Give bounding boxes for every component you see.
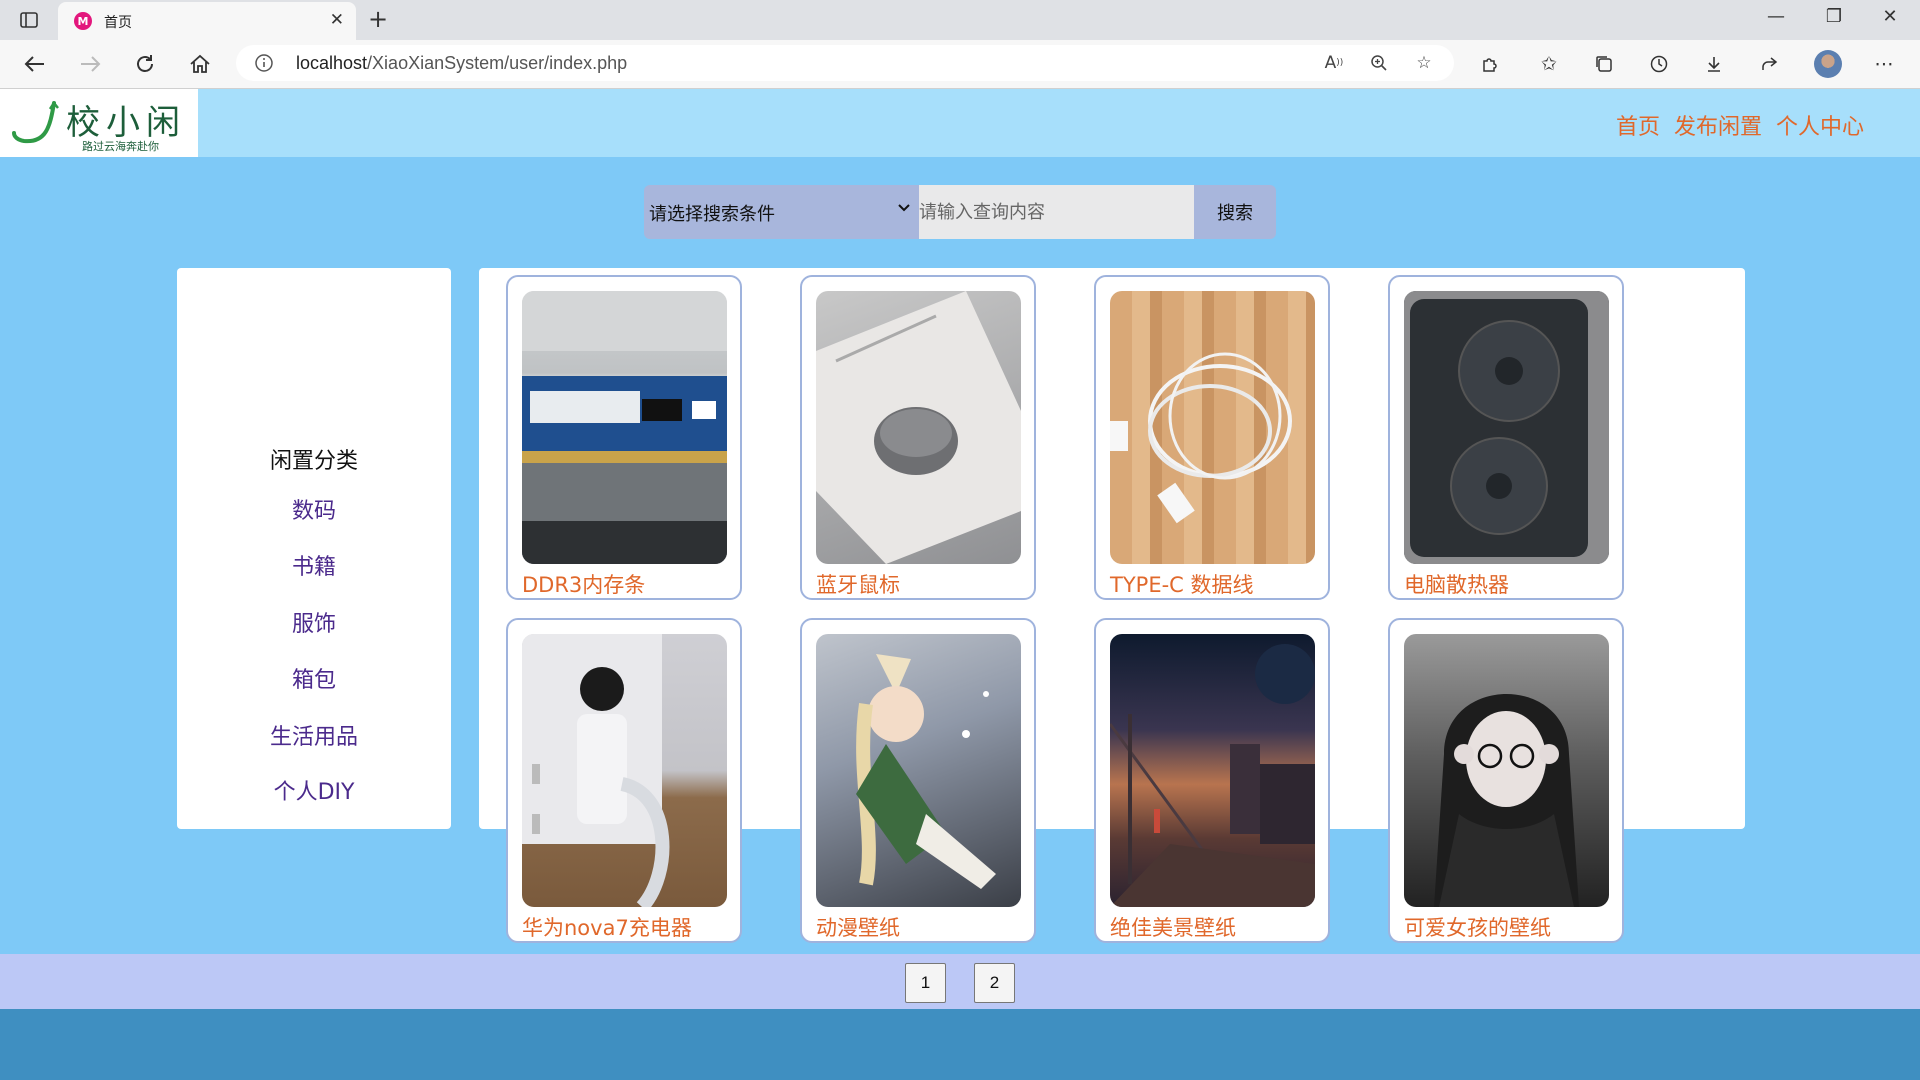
close-tab-icon[interactable]: ✕ bbox=[330, 10, 344, 30]
category-sidebar: 闲置分类 数码 书籍 服饰 箱包 生活用品 个人DIY bbox=[177, 268, 451, 829]
search-bar: 请选择搜索条件 搜索 bbox=[644, 185, 1276, 239]
page-button-1[interactable]: 1 bbox=[905, 963, 946, 1003]
category-daily-goods[interactable]: 生活用品 bbox=[177, 719, 451, 751]
url-text[interactable]: localhost/XiaoXianSystem/user/index.php bbox=[296, 53, 627, 74]
refresh-icon[interactable] bbox=[130, 50, 160, 78]
product-image-phone-charger[interactable] bbox=[522, 634, 727, 907]
search-input[interactable] bbox=[919, 185, 1194, 239]
browser-tab-bar: M 首页 ✕ + — ❐ ✕ bbox=[0, 0, 1920, 40]
site-logo[interactable]: 校小闲 路过云海奔赴你 bbox=[0, 89, 198, 157]
category-title: 闲置分类 bbox=[269, 449, 358, 474]
history-icon[interactable] bbox=[1645, 51, 1673, 77]
browser-tab[interactable]: M 首页 ✕ bbox=[58, 2, 356, 40]
more-menu-icon[interactable]: ⋯ bbox=[1870, 51, 1898, 77]
pagination: 1 2 bbox=[0, 954, 1920, 1009]
site-favicon-icon: M bbox=[74, 12, 92, 30]
product-name[interactable]: 电脑散热器 bbox=[1404, 569, 1509, 599]
product-name[interactable]: TYPE-C 数据线 bbox=[1110, 569, 1254, 599]
nav-home-link[interactable]: 首页 bbox=[1616, 109, 1660, 141]
site-info-icon[interactable] bbox=[254, 53, 274, 73]
product-card[interactable]: 绝佳美景壁纸 bbox=[1094, 618, 1330, 943]
read-aloud-icon[interactable]: A)) bbox=[1321, 51, 1347, 75]
product-image-ram-stick[interactable] bbox=[522, 291, 727, 564]
back-icon[interactable] bbox=[20, 50, 50, 78]
nav-publish-link[interactable]: 发布闲置 bbox=[1674, 109, 1762, 141]
product-image-usb-cable[interactable] bbox=[1110, 291, 1315, 564]
product-image-girl-wallpaper[interactable] bbox=[1404, 634, 1609, 907]
category-books[interactable]: 书籍 bbox=[177, 549, 451, 581]
search-button[interactable]: 搜索 bbox=[1194, 185, 1276, 239]
product-image-bluetooth-mouse[interactable] bbox=[816, 291, 1021, 564]
minimize-icon[interactable]: — bbox=[1756, 6, 1796, 27]
browser-toolbar: localhost/XiaoXianSystem/user/index.php … bbox=[0, 40, 1920, 89]
logo-slogan: 路过云海奔赴你 bbox=[82, 140, 159, 153]
nav-profile-link[interactable]: 个人中心 bbox=[1776, 109, 1864, 141]
web-page: 校小闲 路过云海奔赴你 首页 发布闲置 个人中心 请选择搜索条件 搜索 闲置分类… bbox=[0, 89, 1920, 1080]
top-nav: 首页 发布闲置 个人中心 bbox=[1616, 109, 1864, 141]
product-image-city-wallpaper[interactable] bbox=[1110, 634, 1315, 907]
site-header: 校小闲 路过云海奔赴你 首页 发布闲置 个人中心 bbox=[0, 89, 1920, 157]
forward-icon[interactable] bbox=[75, 50, 105, 78]
product-grid: DDR3内存条 蓝牙鼠标 TYPE-C 数据线 电脑散热器 华为nova7充电器… bbox=[479, 268, 1745, 943]
product-name[interactable]: 华为nova7充电器 bbox=[522, 912, 692, 942]
downloads-icon[interactable] bbox=[1700, 51, 1728, 77]
add-favorite-icon[interactable]: ☆ bbox=[1411, 51, 1437, 75]
extensions-icon[interactable] bbox=[1476, 51, 1504, 77]
url-path: /XiaoXianSystem/user/index.php bbox=[367, 53, 628, 73]
new-tab-icon[interactable]: + bbox=[368, 5, 388, 33]
product-name[interactable]: 绝佳美景壁纸 bbox=[1110, 912, 1236, 942]
zoom-icon[interactable] bbox=[1366, 51, 1392, 75]
logo-text: 校小闲 bbox=[66, 103, 186, 143]
product-name[interactable]: 蓝牙鼠标 bbox=[816, 569, 900, 599]
product-card[interactable]: TYPE-C 数据线 bbox=[1094, 275, 1330, 600]
url-host: localhost bbox=[296, 53, 368, 73]
product-image-laptop-cooler[interactable] bbox=[1404, 291, 1609, 564]
profile-avatar[interactable] bbox=[1814, 50, 1842, 78]
category-bags[interactable]: 箱包 bbox=[177, 662, 451, 694]
product-name[interactable]: 动漫壁纸 bbox=[816, 912, 900, 942]
site-footer bbox=[0, 1009, 1920, 1080]
page-button-2[interactable]: 2 bbox=[974, 963, 1015, 1003]
tab-title: 首页 bbox=[104, 15, 132, 31]
product-card[interactable]: 动漫壁纸 bbox=[800, 618, 1036, 943]
address-bar[interactable]: localhost/XiaoXianSystem/user/index.php … bbox=[236, 45, 1454, 81]
category-diy[interactable]: 个人DIY bbox=[177, 774, 451, 806]
product-name[interactable]: 可爱女孩的壁纸 bbox=[1404, 912, 1551, 942]
product-image-anime-wallpaper[interactable] bbox=[816, 634, 1021, 907]
product-name[interactable]: DDR3内存条 bbox=[522, 569, 645, 599]
collections-icon[interactable] bbox=[1590, 51, 1618, 77]
product-card[interactable]: DDR3内存条 bbox=[506, 275, 742, 600]
restore-icon[interactable]: ❐ bbox=[1814, 6, 1854, 27]
category-clothing[interactable]: 服饰 bbox=[177, 606, 451, 638]
product-card[interactable]: 蓝牙鼠标 bbox=[800, 275, 1036, 600]
favorites-icon[interactable]: ✩ bbox=[1535, 51, 1563, 77]
product-card[interactable]: 可爱女孩的壁纸 bbox=[1388, 618, 1624, 943]
chevron-down-icon bbox=[898, 204, 910, 212]
search-condition-label: 请选择搜索条件 bbox=[649, 204, 775, 225]
logo-swoosh-icon bbox=[12, 101, 59, 144]
tab-actions-icon[interactable] bbox=[16, 8, 42, 32]
product-card[interactable]: 电脑散热器 bbox=[1388, 275, 1624, 600]
home-icon[interactable] bbox=[185, 50, 215, 78]
category-digital[interactable]: 数码 bbox=[177, 493, 451, 525]
search-condition-select[interactable]: 请选择搜索条件 bbox=[644, 185, 919, 239]
share-icon[interactable] bbox=[1755, 51, 1783, 77]
product-card[interactable]: 华为nova7充电器 bbox=[506, 618, 742, 943]
window-close-icon[interactable]: ✕ bbox=[1870, 6, 1910, 27]
